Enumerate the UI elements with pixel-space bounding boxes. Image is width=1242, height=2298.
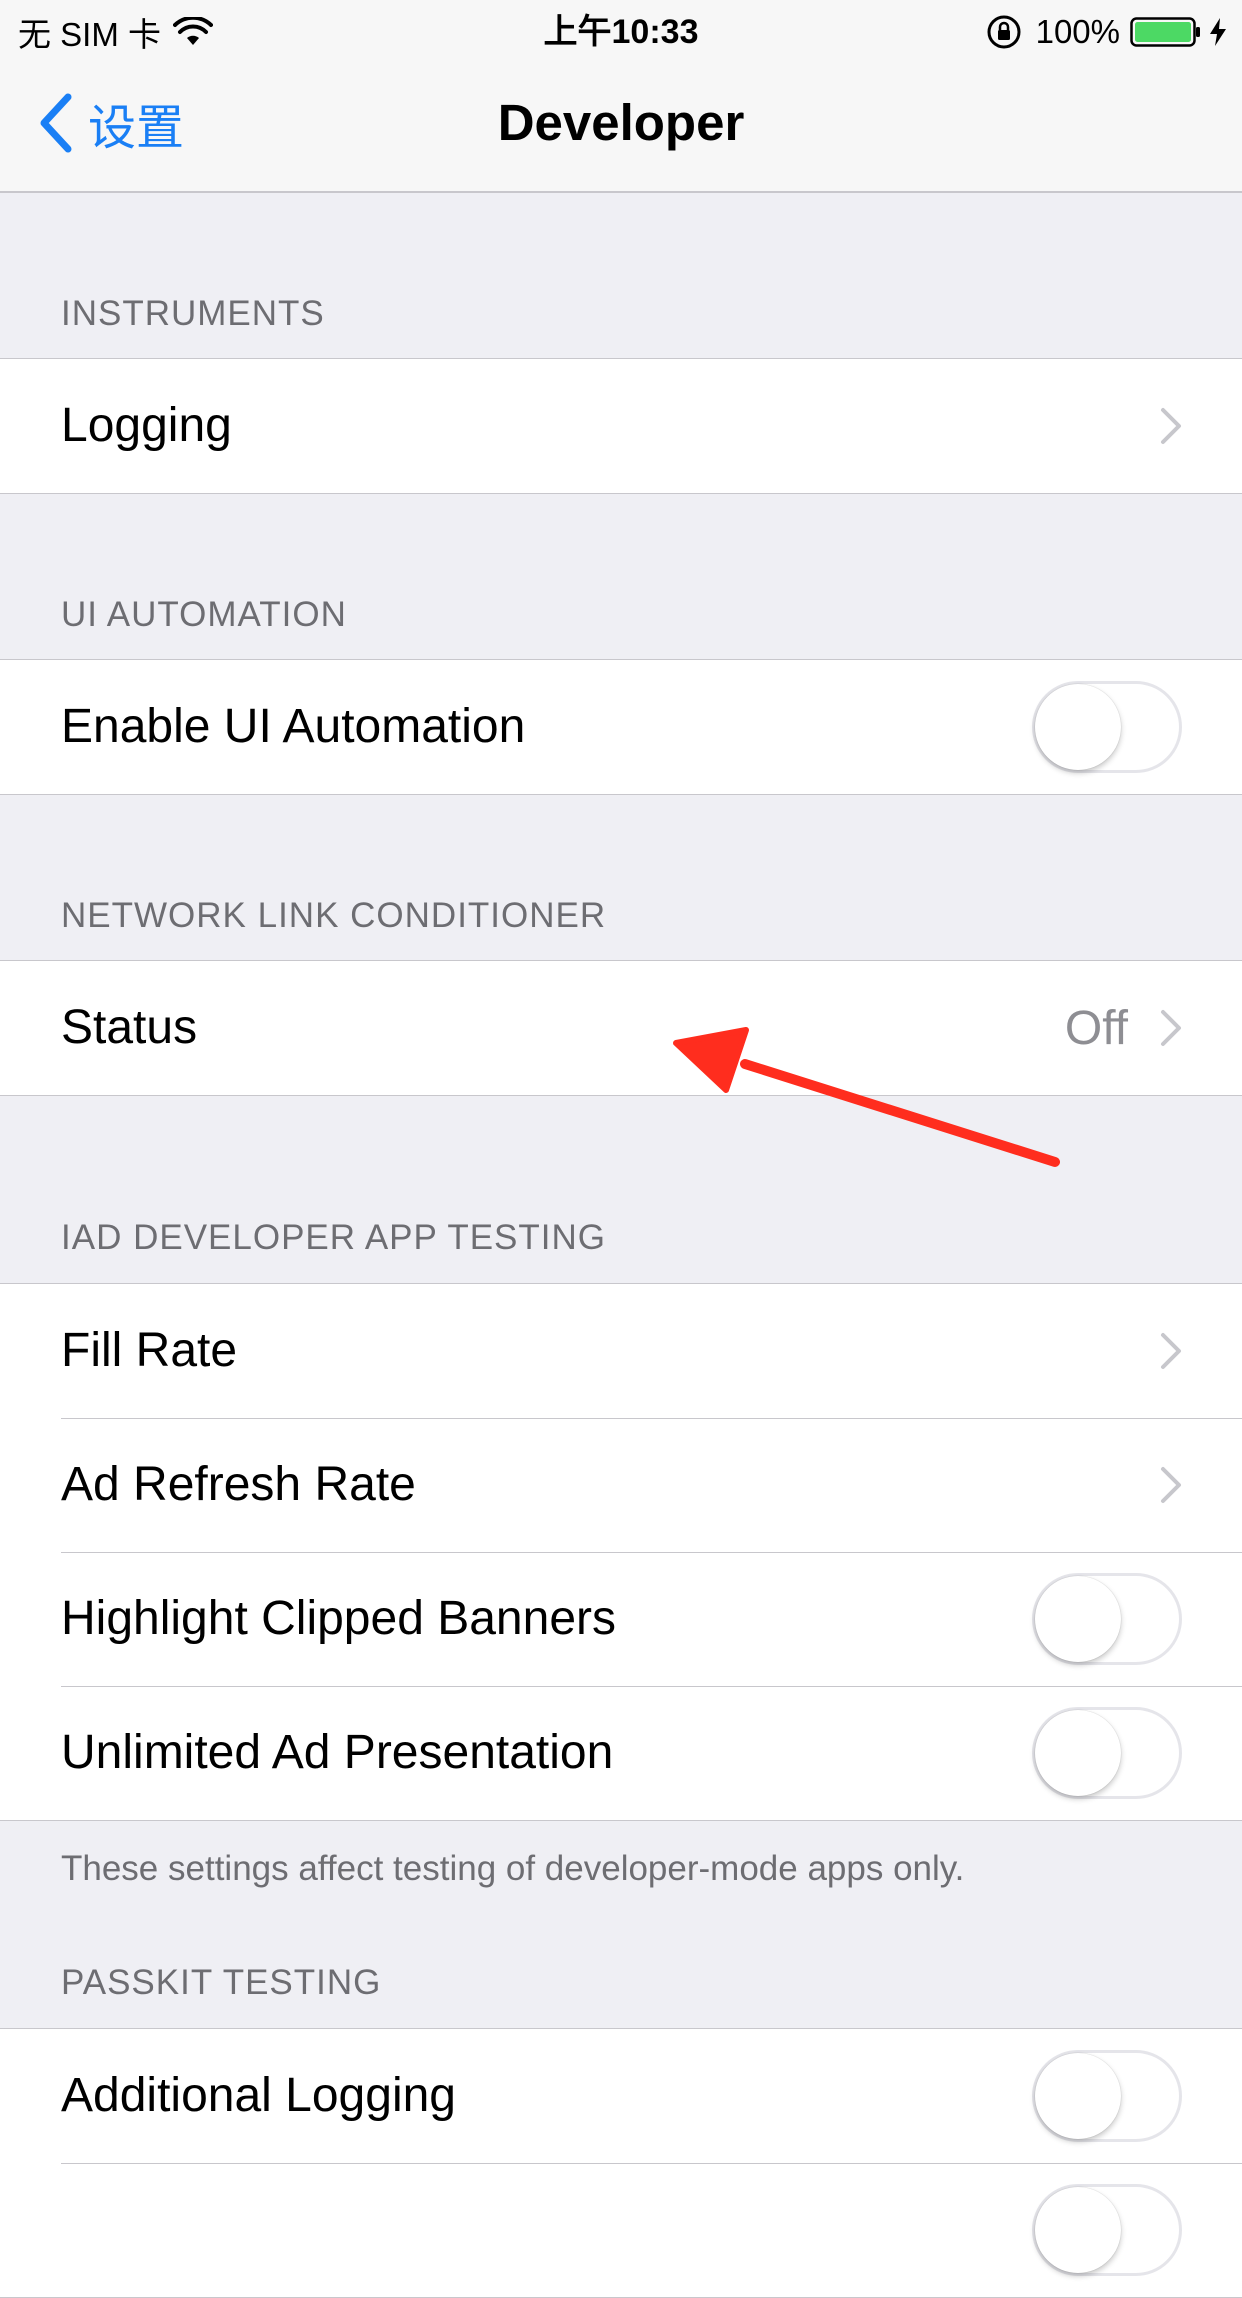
section-header-instruments: INSTRUMENTS [61, 294, 325, 333]
passkit-second-toggle[interactable] [1032, 2184, 1182, 2276]
unlimited-ad-presentation-toggle[interactable] [1032, 1707, 1182, 1799]
section-header-iad: IAD DEVELOPER APP TESTING [61, 1218, 606, 1257]
group-passkit: Additional Logging [0, 2028, 1242, 2298]
toggle-knob [1035, 1710, 1121, 1796]
cell-label: Fill Rate [61, 1324, 238, 1377]
cell-additional-logging: Additional Logging [0, 2029, 1242, 2163]
section-footer-iad: These settings affect testing of develop… [61, 1849, 965, 1888]
cell-logging[interactable]: Logging [0, 359, 1242, 493]
cell-label: Additional Logging [61, 2069, 456, 2122]
cell-fill-rate[interactable]: Fill Rate [0, 1284, 1242, 1418]
battery-percent: 100% [1035, 13, 1120, 50]
highlight-clipped-banners-toggle[interactable] [1032, 1573, 1182, 1665]
disclosure-chevron-icon [1161, 1333, 1181, 1369]
enable-ui-automation-toggle[interactable] [1032, 681, 1182, 773]
disclosure-chevron-icon [1161, 1010, 1181, 1046]
cell-ad-refresh-rate[interactable]: Ad Refresh Rate [0, 1418, 1242, 1552]
section-header-network-link-conditioner: NETWORK LINK CONDITIONER [61, 896, 607, 935]
group-ui-automation: Enable UI Automation [0, 659, 1242, 795]
toggle-knob [1035, 1576, 1121, 1662]
status-value: Off [1064, 1001, 1128, 1055]
toggle-knob [1035, 2053, 1121, 2139]
cell-label: Logging [61, 399, 232, 452]
navigation-bar: 设置 Developer [0, 60, 1242, 193]
group-iad: Fill Rate Ad Refresh Rate Highlight Clip… [0, 1283, 1242, 1821]
section-header-ui-automation: UI AUTOMATION [61, 595, 347, 634]
additional-logging-toggle[interactable] [1032, 2050, 1182, 2142]
charging-bolt-icon [1210, 18, 1226, 46]
orientation-lock-icon [987, 15, 1021, 49]
toggle-knob [1035, 684, 1121, 770]
section-header-passkit: PASSKIT TESTING [61, 1963, 382, 2002]
cell-label: Unlimited Ad Presentation [61, 1726, 614, 1779]
cell-highlight-clipped-banners: Highlight Clipped Banners [0, 1552, 1242, 1686]
group-network-link-conditioner: Status Off [0, 960, 1242, 1096]
cell-passkit-second [0, 2163, 1242, 2297]
disclosure-chevron-icon [1161, 408, 1181, 444]
cell-unlimited-ad-presentation: Unlimited Ad Presentation [0, 1686, 1242, 1820]
status-bar: 无 SIM 卡 上午10:33 100% [0, 0, 1242, 60]
battery-icon [1130, 17, 1200, 47]
group-instruments: Logging [0, 358, 1242, 494]
toggle-knob [1035, 2187, 1121, 2273]
cell-enable-ui-automation: Enable UI Automation [0, 660, 1242, 794]
cell-label: Enable UI Automation [61, 700, 526, 753]
page-title: Developer [497, 94, 745, 151]
cell-label: Ad Refresh Rate [61, 1458, 416, 1511]
cell-status[interactable]: Status Off [0, 961, 1242, 1095]
cell-label: Highlight Clipped Banners [61, 1592, 616, 1645]
cell-label: Status [61, 1001, 198, 1054]
disclosure-chevron-icon [1161, 1467, 1181, 1503]
status-right: 100% [986, 10, 1228, 54]
